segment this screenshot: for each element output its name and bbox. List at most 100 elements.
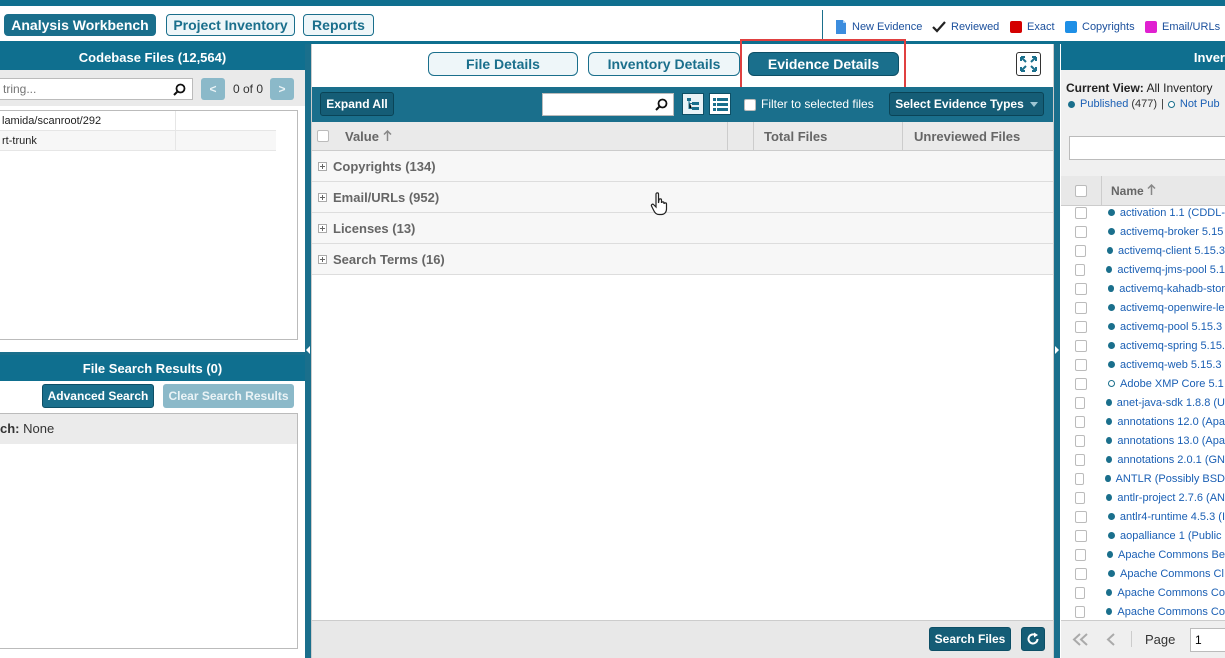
inventory-item-label[interactable]: annotations 2.0.1 (GN xyxy=(1117,454,1225,466)
search-files-button[interactable]: Search Files xyxy=(929,627,1011,651)
inventory-item-checkbox[interactable] xyxy=(1075,377,1087,390)
inventory-item-checkbox[interactable] xyxy=(1075,320,1087,333)
page-number-input[interactable] xyxy=(1190,628,1225,652)
inventory-item-label[interactable]: activemq-client 5.15.3 xyxy=(1118,245,1225,257)
tree-item[interactable]: rt-trunk xyxy=(0,131,276,151)
next-page-button[interactable]: > xyxy=(270,78,294,100)
inventory-item-label[interactable]: aopalliance 1 (Public xyxy=(1120,530,1222,542)
inventory-item-checkbox[interactable] xyxy=(1075,491,1086,504)
inventory-item-label[interactable]: activemq-kahadb-stor xyxy=(1119,283,1225,295)
inventory-item-checkbox[interactable] xyxy=(1075,567,1087,580)
inventory-item-label[interactable]: annotations 13.0 (Apa xyxy=(1117,435,1225,447)
codebase-filter-input[interactable] xyxy=(0,78,193,100)
inventory-item-checkbox[interactable] xyxy=(1075,548,1086,561)
expand-plus-icon[interactable] xyxy=(318,254,327,264)
inventory-item-checkbox[interactable] xyxy=(1075,605,1086,618)
inventory-item-checkbox[interactable] xyxy=(1075,282,1087,295)
column-total-files[interactable]: Total Files xyxy=(764,129,827,144)
expand-plus-icon[interactable] xyxy=(318,192,327,202)
collapse-right-icon[interactable] xyxy=(1055,346,1059,354)
inventory-item-label[interactable]: ANTLR (Possibly BSD xyxy=(1116,473,1225,485)
inventory-item[interactable]: annotations 13.0 (Apa xyxy=(1061,431,1225,450)
inventory-item[interactable]: antlr4-runtime 4.5.3 (I xyxy=(1061,507,1225,526)
inventory-item-label[interactable]: activemq-broker 5.15 xyxy=(1120,226,1223,238)
expand-all-button[interactable]: Expand All xyxy=(320,92,394,116)
inventory-item[interactable]: activation 1.1 (CDDL- xyxy=(1061,203,1225,222)
inventory-item-label[interactable]: activemq-jms-pool 5.1 xyxy=(1117,264,1225,276)
inventory-item[interactable]: Apache Commons Co xyxy=(1061,602,1225,618)
inventory-item[interactable]: activemq-broker 5.15 xyxy=(1061,222,1225,241)
inventory-item[interactable]: aopalliance 1 (Public xyxy=(1061,526,1225,545)
tab-analysis-workbench[interactable]: Analysis Workbench xyxy=(4,14,156,36)
published-filter-link[interactable]: Published xyxy=(1080,98,1128,110)
filter-selected-checkbox[interactable] xyxy=(744,99,756,111)
inventory-item[interactable]: antlr-project 2.7.6 (AN xyxy=(1061,488,1225,507)
inventory-item-checkbox[interactable] xyxy=(1075,510,1087,523)
tree-view-button[interactable] xyxy=(682,93,704,115)
inventory-item-label[interactable]: Apache Commons Cl xyxy=(1120,568,1224,580)
inventory-item-label[interactable]: Apache Commons Co xyxy=(1117,606,1225,618)
inventory-item[interactable]: activemq-spring 5.15. xyxy=(1061,336,1225,355)
evidence-group-row[interactable]: Search Terms (16) xyxy=(312,244,1053,275)
inventory-select-all-checkbox[interactable] xyxy=(1075,185,1087,197)
inventory-item-label[interactable]: Adobe XMP Core 5.1 xyxy=(1120,378,1224,390)
list-view-button[interactable] xyxy=(709,93,731,115)
inventory-item-checkbox[interactable] xyxy=(1075,244,1086,257)
inventory-item-label[interactable]: Apache Commons Be xyxy=(1118,549,1225,561)
expand-plus-icon[interactable] xyxy=(318,223,327,233)
inventory-item[interactable]: activemq-openwire-le xyxy=(1061,298,1225,317)
inventory-item-label[interactable]: activation 1.1 (CDDL- xyxy=(1120,207,1225,219)
clear-search-results-button[interactable]: Clear Search Results xyxy=(163,384,294,408)
inventory-item-checkbox[interactable] xyxy=(1075,206,1087,219)
right-splitter[interactable] xyxy=(1054,44,1060,658)
expand-plus-icon[interactable] xyxy=(318,161,327,171)
inventory-item-label[interactable]: antlr4-runtime 4.5.3 (I xyxy=(1120,511,1225,523)
first-page-icon[interactable] xyxy=(1072,633,1090,646)
column-value[interactable]: Value xyxy=(345,129,392,144)
column-name[interactable]: Name xyxy=(1111,183,1156,198)
inventory-item[interactable]: anet-java-sdk 1.8.8 (U xyxy=(1061,393,1225,412)
inventory-item[interactable]: activemq-web 5.15.3 xyxy=(1061,355,1225,374)
inventory-item-checkbox[interactable] xyxy=(1075,529,1087,542)
inventory-item-checkbox[interactable] xyxy=(1075,396,1086,409)
column-unreviewed-files[interactable]: Unreviewed Files xyxy=(914,129,1020,144)
inventory-item-checkbox[interactable] xyxy=(1075,434,1086,447)
inventory-item[interactable]: ANTLR (Possibly BSD xyxy=(1061,469,1225,488)
prev-page-icon[interactable] xyxy=(1106,633,1116,646)
select-all-checkbox[interactable] xyxy=(317,130,329,142)
inventory-item-checkbox[interactable] xyxy=(1075,301,1087,314)
inventory-item-checkbox[interactable] xyxy=(1075,225,1087,238)
tab-project-inventory[interactable]: Project Inventory xyxy=(166,14,295,36)
collapse-left-icon[interactable] xyxy=(306,346,310,354)
evidence-group-row[interactable]: Copyrights (134) xyxy=(312,151,1053,182)
maximize-button[interactable] xyxy=(1016,52,1041,76)
tab-file-details[interactable]: File Details xyxy=(428,52,578,76)
select-evidence-types-dropdown[interactable]: Select Evidence Types xyxy=(889,92,1044,116)
tree-item[interactable]: lamida/scanroot/292 xyxy=(0,111,276,131)
inventory-item[interactable]: activemq-pool 5.15.3 xyxy=(1061,317,1225,336)
inventory-item-checkbox[interactable] xyxy=(1075,415,1086,428)
inventory-item-checkbox[interactable] xyxy=(1075,586,1086,599)
inventory-item-label[interactable]: activemq-openwire-le xyxy=(1120,302,1225,314)
inventory-item-checkbox[interactable] xyxy=(1075,358,1087,371)
inventory-item-label[interactable]: activemq-pool 5.15.3 xyxy=(1120,321,1222,333)
inventory-item-label[interactable]: antlr-project 2.7.6 (AN xyxy=(1117,492,1225,504)
inventory-item-checkbox[interactable] xyxy=(1075,339,1087,352)
search-icon[interactable] xyxy=(173,83,186,96)
inventory-item[interactable]: activemq-jms-pool 5.1 xyxy=(1061,260,1225,279)
inventory-item[interactable]: Apache Commons Co xyxy=(1061,583,1225,602)
tab-evidence-details[interactable]: Evidence Details xyxy=(748,52,899,76)
inventory-item-label[interactable]: activemq-spring 5.15. xyxy=(1120,340,1225,352)
inventory-item-label[interactable]: Apache Commons Co xyxy=(1117,587,1225,599)
evidence-group-row[interactable]: Email/URLs (952) xyxy=(312,182,1053,213)
inventory-item-checkbox[interactable] xyxy=(1075,453,1086,466)
evidence-group-row[interactable]: Licenses (13) xyxy=(312,213,1053,244)
search-icon[interactable] xyxy=(655,98,668,111)
inventory-item-label[interactable]: activemq-web 5.15.3 xyxy=(1120,359,1222,371)
inventory-item-label[interactable]: anet-java-sdk 1.8.8 (U xyxy=(1117,397,1225,409)
inventory-item[interactable]: activemq-kahadb-stor xyxy=(1061,279,1225,298)
not-published-filter-link[interactable]: Not Pub xyxy=(1180,98,1220,110)
inventory-item[interactable]: annotations 12.0 (Apa xyxy=(1061,412,1225,431)
inventory-item[interactable]: annotations 2.0.1 (GN xyxy=(1061,450,1225,469)
prev-page-button[interactable]: < xyxy=(201,78,225,100)
